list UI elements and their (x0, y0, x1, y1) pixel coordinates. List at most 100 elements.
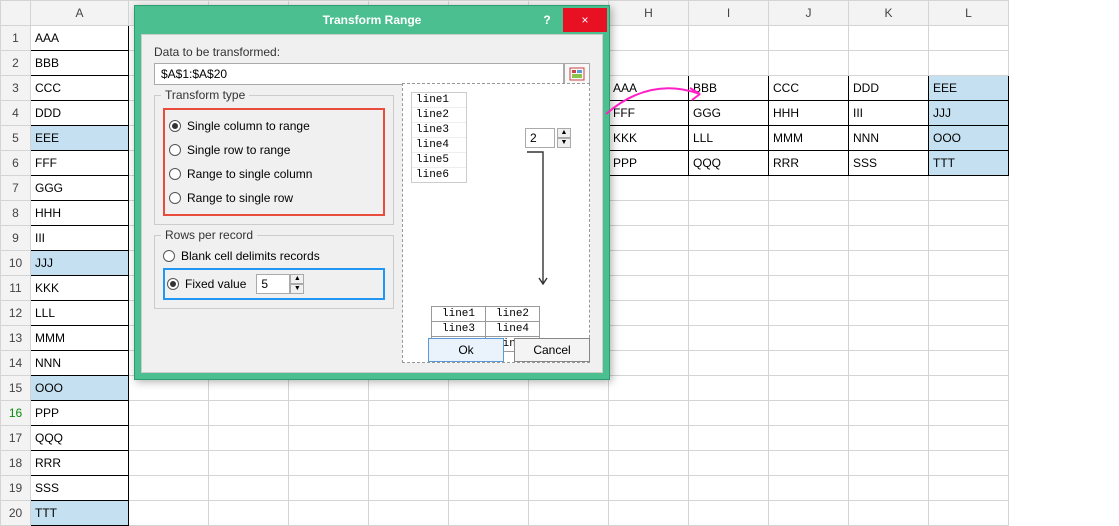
cell[interactable] (849, 376, 929, 401)
cell[interactable] (369, 401, 449, 426)
cell[interactable] (449, 451, 529, 476)
cancel-button[interactable]: Cancel (514, 338, 590, 362)
cell[interactable]: HHH (31, 201, 129, 226)
cell[interactable] (689, 51, 769, 76)
cell[interactable]: III (849, 101, 929, 126)
cell[interactable] (769, 201, 849, 226)
cell[interactable]: CCC (31, 76, 129, 101)
cell[interactable] (209, 401, 289, 426)
cell[interactable] (689, 426, 769, 451)
col-header[interactable]: J (769, 1, 849, 26)
row-header[interactable]: 17 (1, 426, 31, 451)
cell[interactable] (449, 426, 529, 451)
cell[interactable] (769, 401, 849, 426)
cell[interactable] (769, 351, 849, 376)
cell[interactable]: BBB (31, 51, 129, 76)
cell[interactable] (929, 301, 1009, 326)
ok-button[interactable]: Ok (428, 338, 504, 362)
cell[interactable] (689, 26, 769, 51)
cell[interactable] (769, 251, 849, 276)
cell[interactable] (129, 501, 209, 526)
cell[interactable]: FFF (31, 151, 129, 176)
cell[interactable]: AAA (31, 26, 129, 51)
row-header[interactable]: 20 (1, 501, 31, 526)
cell[interactable] (929, 326, 1009, 351)
row-header[interactable]: 12 (1, 301, 31, 326)
cell[interactable]: EEE (929, 76, 1009, 101)
row-header[interactable]: 1 (1, 26, 31, 51)
cell[interactable] (769, 476, 849, 501)
spin-down-icon[interactable]: ▼ (290, 284, 304, 294)
radio-single-col-to-range[interactable]: Single column to range (169, 114, 379, 138)
cell[interactable] (369, 426, 449, 451)
cell[interactable] (609, 326, 689, 351)
row-header[interactable]: 8 (1, 201, 31, 226)
cell[interactable] (609, 376, 689, 401)
cell[interactable] (609, 176, 689, 201)
cell[interactable]: KKK (31, 276, 129, 301)
cell[interactable] (849, 176, 929, 201)
cell[interactable] (929, 226, 1009, 251)
cell[interactable]: OOO (929, 126, 1009, 151)
cell[interactable] (929, 201, 1009, 226)
cell[interactable] (929, 401, 1009, 426)
cell[interactable]: PPP (31, 401, 129, 426)
cell[interactable] (609, 51, 689, 76)
cell[interactable] (689, 376, 769, 401)
cell[interactable]: DDD (849, 76, 929, 101)
spin-up-icon[interactable]: ▲ (290, 274, 304, 284)
cell[interactable] (609, 251, 689, 276)
cell[interactable]: EEE (31, 126, 129, 151)
cell[interactable] (609, 226, 689, 251)
cell[interactable]: NNN (849, 126, 929, 151)
cell[interactable]: RRR (769, 151, 849, 176)
fixed-value-input[interactable] (256, 274, 290, 294)
row-header[interactable]: 3 (1, 76, 31, 101)
cell[interactable] (929, 26, 1009, 51)
cell[interactable] (849, 226, 929, 251)
row-header[interactable]: 9 (1, 226, 31, 251)
row-header[interactable]: 7 (1, 176, 31, 201)
cell[interactable]: QQQ (31, 426, 129, 451)
cell[interactable] (689, 226, 769, 251)
range-input[interactable] (154, 63, 564, 85)
cell[interactable] (529, 451, 609, 476)
cell[interactable] (529, 476, 609, 501)
cell[interactable] (849, 476, 929, 501)
cell[interactable] (849, 326, 929, 351)
cell[interactable] (129, 451, 209, 476)
cell[interactable] (609, 276, 689, 301)
cell[interactable] (769, 176, 849, 201)
cell[interactable] (849, 301, 929, 326)
cell[interactable]: JJJ (929, 101, 1009, 126)
cell[interactable] (929, 376, 1009, 401)
cell[interactable] (689, 251, 769, 276)
cell[interactable]: GGG (31, 176, 129, 201)
cell[interactable]: SSS (31, 476, 129, 501)
cell[interactable] (289, 501, 369, 526)
cell[interactable] (689, 201, 769, 226)
cell[interactable] (369, 451, 449, 476)
cell[interactable] (689, 351, 769, 376)
cell[interactable] (849, 201, 929, 226)
row-header[interactable]: 16 (1, 401, 31, 426)
cell[interactable] (609, 26, 689, 51)
row-header[interactable]: 13 (1, 326, 31, 351)
cell[interactable]: LLL (31, 301, 129, 326)
cell[interactable] (369, 501, 449, 526)
cell[interactable] (129, 426, 209, 451)
cell[interactable]: TTT (31, 501, 129, 526)
cell[interactable]: KKK (609, 126, 689, 151)
cell[interactable] (769, 26, 849, 51)
cell[interactable] (689, 476, 769, 501)
col-header[interactable]: L (929, 1, 1009, 26)
cell[interactable] (849, 276, 929, 301)
cell[interactable] (849, 451, 929, 476)
cell[interactable]: CCC (769, 76, 849, 101)
cell[interactable] (689, 176, 769, 201)
cell[interactable]: LLL (689, 126, 769, 151)
row-header[interactable]: 19 (1, 476, 31, 501)
radio-range-to-single-col[interactable]: Range to single column (169, 162, 379, 186)
cell[interactable] (609, 501, 689, 526)
fixed-value-spinner[interactable]: ▲▼ (256, 274, 304, 294)
